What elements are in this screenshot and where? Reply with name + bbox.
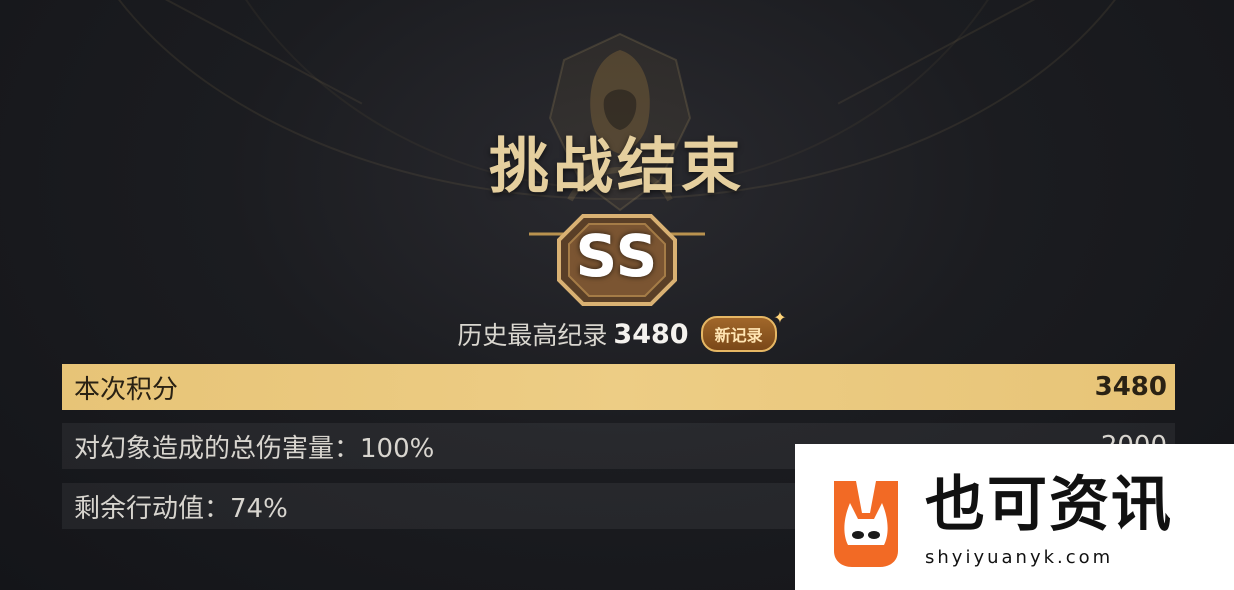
new-record-badge-label: 新记录 xyxy=(714,326,763,345)
rank-grade: SS xyxy=(575,222,659,290)
sparkle-icon: ✦ xyxy=(773,308,787,327)
page-title: 挑战结束 xyxy=(489,132,745,202)
history-record: 历史最高纪录 3480 新记录 ✦ xyxy=(0,308,1234,355)
damage-label: 对幻象造成的总伤害量：100% xyxy=(74,433,435,464)
score-label: 本次积分 xyxy=(74,374,179,405)
watermark-url: shyiyuanyk.com xyxy=(925,547,1114,568)
watermark: 也可资讯 shyiyuanyk.com xyxy=(795,444,1234,590)
record-value: 3480 xyxy=(613,318,689,350)
record-label: 历史最高纪录 xyxy=(457,321,608,350)
score-row: 本次积分 3480 xyxy=(62,364,1175,410)
score-value: 3480 xyxy=(1094,372,1167,402)
rabbit-logo-icon xyxy=(834,481,898,567)
rank-medal: SS xyxy=(527,208,707,312)
action-label: 剩余行动值：74% xyxy=(74,493,288,524)
watermark-title: 也可资讯 xyxy=(925,470,1173,540)
new-record-badge: 新记录 ✦ xyxy=(700,308,787,352)
